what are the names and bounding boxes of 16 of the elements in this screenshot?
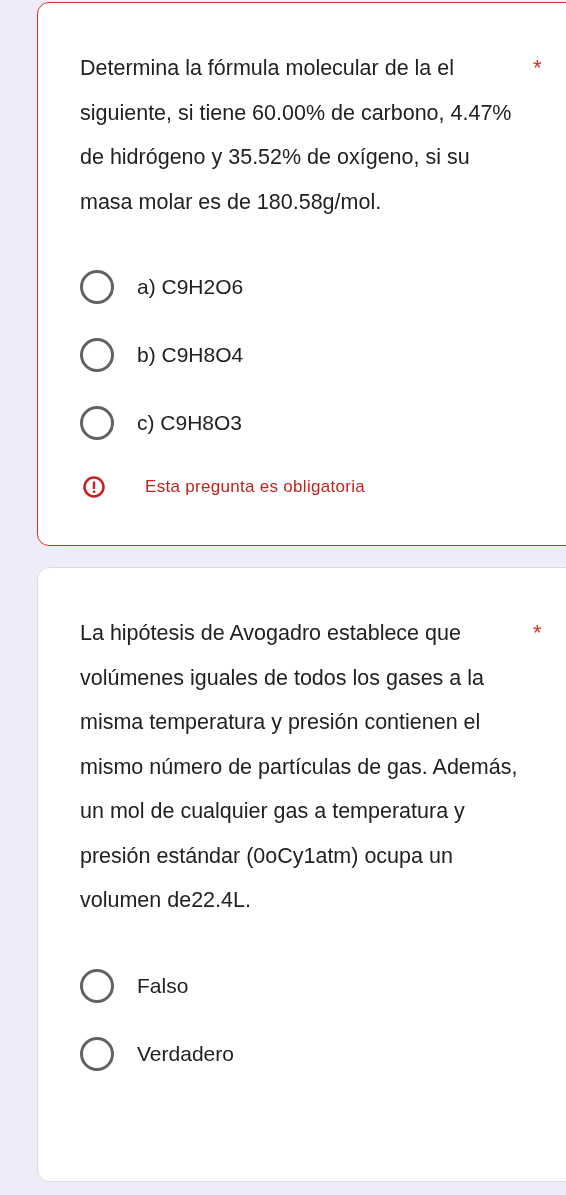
radio-button[interactable] [80,406,114,440]
radio-button[interactable] [80,968,114,1003]
option-label: Falso [137,973,189,998]
option-label: a) C9H2O6 [137,275,244,299]
required-asterisk: * [533,54,542,82]
option-label: b) C9H8O4 [137,343,244,367]
error-icon [83,476,105,498]
option-label: Verdadero [137,1041,234,1066]
error-message: Esta pregunta es obligatoria [145,477,366,497]
option-label: c) C9H8O3 [137,411,243,435]
required-asterisk: * [533,619,542,647]
radio-button[interactable] [80,338,114,372]
radio-button[interactable] [80,1036,114,1071]
radio-button[interactable] [80,270,114,304]
question-text: Determina la fórmula molecular de la el siguiente, si tiene 60.00% de carbono, 4.47% de hidrógeno y 35.52% de oxígeno, si su masa molar es de 180.58g/mol. [80,55,513,216]
question-text: La hipótesis de Avogadro establece que volúmenes iguales de todos los gases a la misma temperatura y presión contienen el mismo número de partículas de gas. Además, un mol de cualquier gas a temperatura y presión estándar (0oCy1atm) ocupa un volumen de22.4L. [80,620,519,914]
